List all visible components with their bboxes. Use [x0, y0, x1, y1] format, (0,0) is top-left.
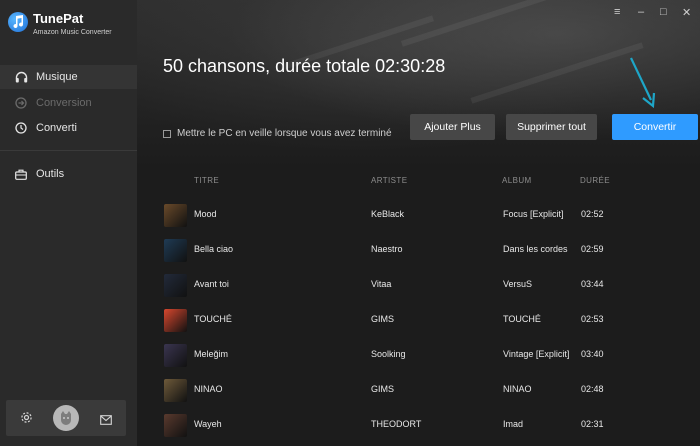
table-header: TITRE ARTISTE ALBUM DURÉE	[137, 176, 700, 188]
sidebar-item-converti[interactable]: Converti	[0, 116, 137, 140]
album-cover-thumbnail	[164, 379, 187, 402]
sidebar-item-outils[interactable]: Outils	[0, 162, 137, 186]
cell-title: Meleğim	[194, 349, 229, 359]
cell-artist: THEODORT	[371, 419, 422, 429]
sidebar-item-label: Converti	[36, 122, 77, 134]
cell-album: Focus [Explicit]	[503, 209, 564, 219]
close-button[interactable]: ✕	[682, 6, 691, 19]
sidebar-divider	[0, 150, 137, 151]
table-row[interactable]: NINAO GIMS NINAO 02:48	[137, 373, 700, 408]
cell-album: NINAO	[503, 384, 532, 394]
table-row[interactable]: Meleğim Soolking Vintage [Explicit] 03:40	[137, 338, 700, 373]
cell-duration: 02:52	[581, 209, 604, 219]
column-artist: ARTISTE	[371, 176, 408, 185]
menu-icon[interactable]: ≡	[614, 6, 620, 18]
album-cover-thumbnail	[164, 204, 187, 227]
sidebar: TunePat Amazon Music Converter Musique C…	[0, 0, 137, 446]
cell-duration: 02:59	[581, 244, 604, 254]
album-cover-thumbnail	[164, 414, 187, 437]
sidebar-item-label: Outils	[36, 168, 65, 180]
headphones-icon	[14, 70, 28, 84]
maximize-button[interactable]: □	[660, 6, 667, 18]
cell-album: TOUCHÉ	[503, 314, 541, 324]
songs-summary: 50 chansons, durée totale 02:30:28	[163, 56, 446, 76]
column-duration: DURÉE	[580, 176, 611, 185]
cell-artist: GIMS	[371, 314, 395, 324]
cell-artist: Naestro	[371, 244, 403, 254]
app-name: TunePat	[33, 11, 84, 26]
arrow-pointer-icon	[630, 57, 656, 109]
column-title: TITRE	[194, 176, 220, 185]
convert-button[interactable]: Convertir	[612, 114, 698, 140]
gear-icon[interactable]	[20, 411, 33, 429]
cell-title: Wayeh	[194, 419, 222, 429]
delete-all-button[interactable]: Supprimer tout	[506, 114, 597, 140]
cell-album: Dans les cordes	[503, 244, 568, 254]
cell-duration: 02:53	[581, 314, 604, 324]
header-background	[137, 0, 700, 170]
cell-artist: Vitaa	[371, 279, 392, 289]
sleep-checkbox[interactable]	[163, 129, 171, 138]
table-row[interactable]: Mood KeBlack Focus [Explicit] 02:52	[137, 198, 700, 233]
add-more-button[interactable]: Ajouter Plus	[410, 114, 495, 140]
clock-icon	[14, 121, 28, 135]
cell-album: Vintage [Explicit]	[503, 349, 570, 359]
cell-title: Bella ciao	[194, 244, 234, 254]
sidebar-item-label: Conversion	[36, 97, 92, 109]
tunepat-logo-icon	[8, 12, 28, 32]
mail-icon[interactable]	[100, 412, 112, 430]
cell-title: NINAO	[194, 384, 223, 394]
cell-album: Imad	[503, 419, 524, 429]
album-cover-thumbnail	[164, 239, 187, 262]
sleep-option[interactable]: Mettre le PC en veille lorsque vous avez…	[163, 128, 392, 139]
cell-album: VersuS	[503, 279, 533, 289]
sidebar-item-conversion[interactable]: Conversion	[0, 91, 137, 115]
cell-title: Mood	[194, 209, 217, 219]
cell-artist: Soolking	[371, 349, 406, 359]
cell-duration: 03:44	[581, 279, 604, 289]
sidebar-bottom-bar	[6, 400, 126, 436]
cell-duration: 02:31	[581, 419, 604, 429]
album-cover-thumbnail	[164, 274, 187, 297]
cell-artist: GIMS	[371, 384, 395, 394]
sleep-checkbox-label: Mettre le PC en veille lorsque vous avez…	[177, 128, 392, 139]
sidebar-item-musique[interactable]: Musique	[0, 65, 137, 89]
conversion-icon	[14, 96, 28, 110]
app-subtitle: Amazon Music Converter	[33, 29, 112, 36]
table-row[interactable]: Avant toi Vitaa VersuS 03:44	[137, 268, 700, 303]
table-row[interactable]: Bella ciao Naestro Dans les cordes 02:59	[137, 233, 700, 268]
cell-duration: 03:40	[581, 349, 604, 359]
table-row[interactable]: TOUCHÉ GIMS TOUCHÉ 02:53	[137, 303, 700, 338]
avatar-icon[interactable]	[53, 405, 79, 431]
column-album: ALBUM	[502, 176, 532, 185]
cell-title: TOUCHÉ	[194, 314, 232, 324]
cell-artist: KeBlack	[371, 209, 405, 219]
toolbox-icon	[14, 167, 28, 181]
main-panel: ≡ – □ ✕ 50 chansons, durée totale 02:30:…	[137, 0, 700, 446]
cell-title: Avant toi	[194, 279, 229, 289]
table-row[interactable]: Wayeh THEODORT Imad 02:31	[137, 408, 700, 443]
sidebar-item-label: Musique	[36, 71, 78, 83]
album-cover-thumbnail	[164, 344, 187, 367]
cell-duration: 02:48	[581, 384, 604, 394]
album-cover-thumbnail	[164, 309, 187, 332]
minimize-button[interactable]: –	[638, 6, 644, 18]
